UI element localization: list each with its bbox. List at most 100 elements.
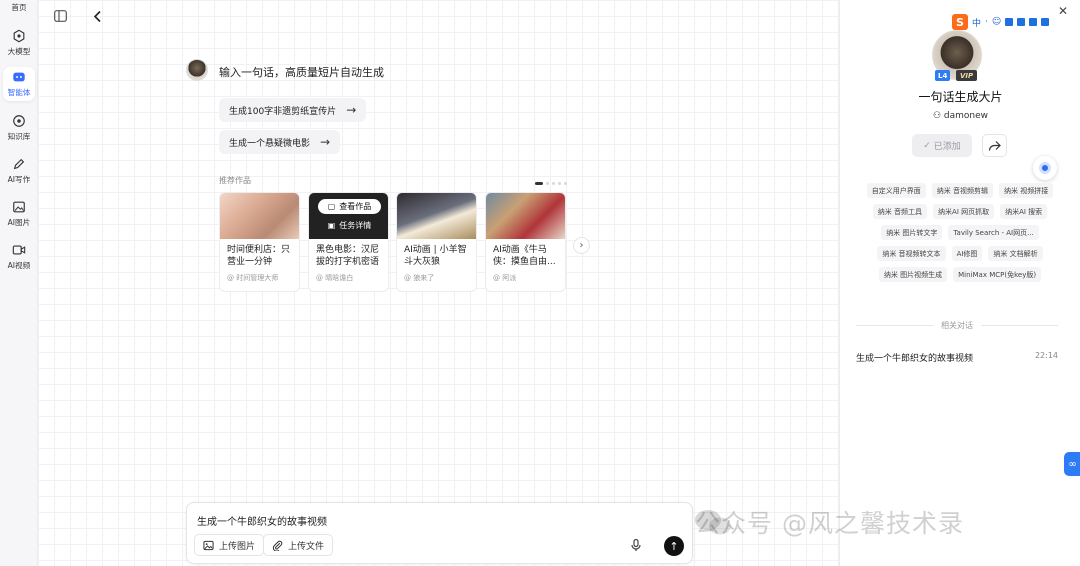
suggestion-chip[interactable]: 生成100字非遗剪纸宣传片 →	[219, 98, 367, 122]
agent-username: damonew	[943, 111, 989, 121]
share-icon	[988, 140, 1001, 151]
punctuation-icon: ·	[985, 17, 988, 27]
work-thumbnail	[220, 193, 299, 239]
upload-file-label: 上传文件	[288, 541, 325, 552]
arrow-right-icon: →	[320, 135, 331, 149]
microphone-icon[interactable]	[629, 538, 643, 552]
tool-tag[interactable]: AI修图	[951, 246, 983, 261]
work-card[interactable]: AI动画 | 小羊智斗大灰狼 @ 狼来了	[396, 192, 477, 292]
carousel-dots	[535, 182, 567, 185]
bot-avatar	[186, 59, 208, 81]
tool-tag[interactable]: 纳米 图片转文字	[881, 225, 943, 240]
related-header: 相关对话	[856, 320, 1058, 331]
suggestion-chip[interactable]: 生成一个悬疑微电影 →	[219, 130, 341, 154]
view-work-label: 查看作品	[339, 202, 372, 211]
chat-main: 输入一句话，高质量短片自动生成 生成100字非遗剪纸宣传片 → 生成一个悬疑微电…	[38, 0, 839, 566]
nav-item-knowledge[interactable]: 知识库	[0, 113, 38, 143]
nav-label: AI写作	[7, 175, 31, 184]
video-icon	[12, 245, 26, 255]
floating-assistant-button[interactable]	[1033, 156, 1057, 180]
back-chevron-icon[interactable]	[89, 8, 105, 24]
nav-item-video[interactable]: AI视频	[0, 242, 38, 272]
message-composer[interactable]: 生成一个牛郎织女的故事视频 上传图片 上传文件 ↑	[186, 502, 693, 564]
related-conversation[interactable]: 生成一个牛郎织女的故事视频 22:14	[856, 351, 1058, 364]
document-icon: ▢	[327, 202, 336, 211]
tool-tag[interactable]: 纳米 音视频剪辑	[931, 183, 993, 198]
tool-tag[interactable]: MiniMax MCP(免key版)	[953, 267, 1042, 282]
chevron-right-icon: ›	[579, 240, 584, 251]
nav-item-home[interactable]: 首页	[0, 0, 38, 14]
assistant-icon	[1039, 162, 1051, 174]
nav-label: 大模型	[7, 47, 31, 56]
related-title: 生成一个牛郎织女的故事视频	[856, 354, 974, 364]
tool-tag[interactable]: 纳米 文档解析	[988, 246, 1043, 261]
send-button[interactable]: ↑	[664, 536, 684, 556]
user-icon: ⚇	[932, 111, 944, 121]
agent-name: 一句话生成大片	[918, 90, 1003, 104]
tool-tag[interactable]: Tavily Search - AI网页...	[948, 225, 1039, 240]
work-thumbnail	[397, 193, 476, 239]
tool-tag[interactable]: 自定义用户界面	[866, 183, 926, 198]
upload-image-button[interactable]: 上传图片	[194, 534, 265, 556]
view-work-button[interactable]: ▢ 查看作品	[318, 199, 381, 214]
calendar-icon: ▣	[327, 221, 336, 230]
tool-tag[interactable]: 纳米 音视频转文本	[877, 246, 946, 261]
tool-tag[interactable]: 纳米 音频工具	[872, 204, 928, 219]
work-card[interactable]: AI动画《牛马侠：摸鱼自由... @ 阿派	[485, 192, 566, 292]
skin-icon	[1029, 18, 1038, 26]
nav-item-image[interactable]: AI图片	[0, 199, 38, 229]
toolbox-icon	[1041, 18, 1050, 26]
tool-tag[interactable]: 纳米AI 搜索	[1000, 204, 1048, 219]
work-card[interactable]: 时间便利店：只营业一分钟 @ 时间管理大师	[219, 192, 300, 292]
arrow-right-icon: →	[346, 103, 357, 117]
upload-file-button[interactable]: 上传文件	[263, 534, 334, 556]
nav-item-writing[interactable]: AI写作	[0, 156, 38, 186]
work-thumbnail: ▢ 查看作品 ▣ 任务详情	[309, 193, 388, 239]
nav-item-model[interactable]: 大模型	[0, 28, 38, 58]
model-icon	[13, 29, 25, 43]
paperclip-icon	[272, 540, 283, 551]
nav-label: AI视频	[7, 261, 31, 270]
suggestion-label: 生成100字非遗剪纸宣传片	[229, 106, 337, 117]
related-time: 22:14	[1034, 351, 1058, 360]
nav-label: 首页	[11, 2, 27, 12]
share-button[interactable]	[982, 134, 1007, 157]
sidebar-toggle-icon[interactable]	[52, 8, 68, 24]
added-button[interactable]: ✓ 已添加	[912, 134, 972, 157]
carousel-next-button[interactable]: ›	[573, 237, 590, 254]
work-author: @ 阿派	[493, 274, 517, 282]
work-author: @ 晴晗谵白	[316, 274, 354, 282]
related-label: 相关对话	[941, 321, 973, 330]
bot-greeting: 输入一句话，高质量短片自动生成	[219, 66, 384, 79]
link-icon: ∞	[1068, 458, 1077, 470]
tool-tag[interactable]: 纳米 视频拼接	[999, 183, 1054, 198]
nav-item-agent[interactable]: 智能体	[3, 67, 35, 101]
suggestion-label: 生成一个悬疑微电影	[229, 138, 311, 149]
close-icon[interactable]: ✕	[1058, 4, 1068, 18]
image-icon	[13, 201, 25, 213]
tool-tag[interactable]: 纳米AI 网页抓取	[933, 204, 995, 219]
mic-icon	[1005, 18, 1014, 26]
upload-image-label: 上传图片	[219, 541, 256, 552]
knowledge-icon	[13, 115, 25, 127]
image-icon	[203, 540, 214, 550]
work-thumbnail	[486, 193, 565, 239]
level-badge: L4	[935, 70, 951, 81]
pen-icon	[13, 158, 25, 170]
keyboard-icon	[1017, 18, 1026, 26]
left-nav: 首页 大模型 智能体 知识库 AI写作 AI图片 AI视频	[0, 0, 38, 566]
tool-tag[interactable]: 纳米 图片视频生成	[878, 267, 948, 282]
composer-input[interactable]: 生成一个牛郎织女的故事视频	[197, 513, 327, 528]
agent-icon	[13, 72, 25, 82]
emoji-icon: ☺	[991, 17, 1002, 27]
work-title: AI动画《牛马侠：摸鱼自由...	[493, 245, 556, 267]
side-float-tab[interactable]: ∞	[1064, 452, 1080, 476]
nav-label: 智能体	[7, 88, 31, 97]
nav-label: 知识库	[7, 132, 31, 141]
work-title: 黑色电影：汉尼拔的打字机密语	[316, 245, 380, 267]
arrow-up-icon: ↑	[669, 539, 679, 553]
vip-badge: VIP	[956, 70, 978, 81]
task-details-button[interactable]: ▣ 任务详情	[318, 218, 381, 233]
watermark-text: 公众号 @风之馨技术录	[695, 509, 964, 538]
work-card[interactable]: ▢ 查看作品 ▣ 任务详情 黑色电影：汉尼拔的打字机密语 @ 晴晗谵白	[308, 192, 389, 292]
